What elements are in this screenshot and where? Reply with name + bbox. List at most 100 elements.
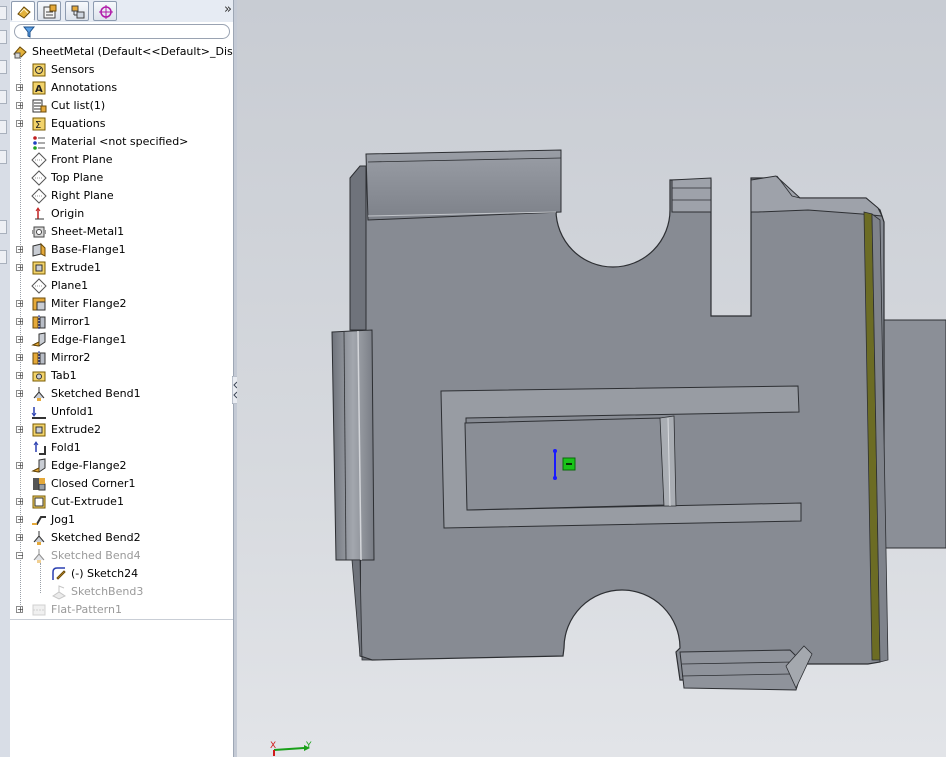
sketched-bend-icon [33, 531, 45, 545]
tree-item[interactable]: + Sketched Bend2 [10, 529, 234, 547]
top-flange [365, 149, 562, 221]
expand-toggle[interactable]: + [16, 606, 24, 614]
tree-item[interactable]: + Σ Equations [10, 115, 234, 133]
svg-text:Σ: Σ [35, 120, 41, 131]
tree-item[interactable]: + Miter Flange2 [10, 295, 234, 313]
miter-flange-icon [32, 297, 46, 311]
tree-item[interactable]: + Tab1 [10, 367, 234, 385]
tree-item-label: (-) Sketch24 [71, 567, 139, 580]
right-flange [877, 319, 946, 549]
collapse-toggle[interactable]: − [16, 552, 24, 560]
dimxpert-manager-tab[interactable] [93, 1, 117, 21]
tree-item[interactable]: + Mirror1 [10, 313, 234, 331]
strip-tab[interactable] [0, 220, 7, 234]
tree-item[interactable]: + Cut list(1) [10, 97, 234, 115]
plane-icon [31, 152, 47, 168]
sketch-icon [52, 567, 66, 580]
strip-tab[interactable] [0, 120, 7, 134]
left-top-wall [349, 165, 367, 331]
expand-toggle[interactable]: + [16, 426, 24, 434]
strip-tab[interactable] [0, 250, 7, 264]
tree-item-label: Cut list(1) [51, 99, 106, 112]
expand-toggle[interactable]: + [16, 102, 24, 110]
tree-item[interactable]: SketchBend3 [10, 583, 234, 601]
expand-toggle[interactable]: + [16, 516, 24, 524]
configuration-manager-tab[interactable] [65, 1, 89, 21]
plane-icon [31, 188, 47, 204]
material-icon [33, 136, 45, 150]
sheet-metal-model[interactable] [237, 0, 946, 757]
strip-tab[interactable] [0, 60, 7, 74]
property-manager-tab[interactable] [37, 1, 61, 21]
tree-item[interactable]: + A Annotations [10, 79, 234, 97]
tree-item[interactable]: Sensors [10, 61, 234, 79]
tree-item[interactable]: + Base-Flange1 [10, 241, 234, 259]
strip-tab[interactable] [0, 90, 7, 104]
tree-item[interactable]: Material <not specified> [10, 133, 234, 151]
feature-manager-tab[interactable] [11, 1, 35, 21]
tree-item[interactable]: Right Plane [10, 187, 234, 205]
tree-item-label: SketchBend3 [71, 585, 144, 598]
tree-item[interactable]: Unfold1 [10, 403, 234, 421]
tree-filter-input[interactable] [14, 24, 230, 39]
expand-toggle[interactable]: + [16, 354, 24, 362]
tree-item[interactable]: Plane1 [10, 277, 234, 295]
expand-toggle[interactable]: + [16, 372, 24, 380]
tree-item[interactable]: Closed Corner1 [10, 475, 234, 493]
expand-tabs-chevron-icon[interactable]: » [224, 2, 232, 17]
tree-item-label: Sketched Bend4 [51, 549, 141, 562]
expand-toggle[interactable]: + [16, 498, 24, 506]
expand-toggle[interactable]: + [16, 318, 24, 326]
mirror-icon [32, 351, 46, 365]
cut-list-icon [32, 99, 47, 113]
expand-toggle[interactable]: + [16, 390, 24, 398]
tree-item[interactable]: + Flat-Pattern1 [10, 601, 234, 619]
tree-item[interactable]: + Extrude1 [10, 259, 234, 277]
tree-item-label: Top Plane [51, 171, 104, 184]
filter-row [10, 22, 234, 42]
strip-tab[interactable] [0, 150, 7, 164]
expand-toggle[interactable]: + [16, 120, 24, 128]
tree-item[interactable]: + Edge-Flange1 [10, 331, 234, 349]
tree-item[interactable]: Sheet-Metal1 [10, 223, 234, 241]
strip-tab[interactable] [0, 30, 7, 44]
expand-toggle[interactable]: + [16, 462, 24, 470]
tree-item[interactable]: + Extrude2 [10, 421, 234, 439]
tree-item[interactable]: Origin [10, 205, 234, 223]
tree-item-label: Cut-Extrude1 [51, 495, 124, 508]
tree-item-label: Fold1 [51, 441, 81, 454]
expand-toggle[interactable]: + [16, 84, 24, 92]
strip-tab[interactable] [0, 6, 7, 20]
expand-toggle[interactable]: + [16, 336, 24, 344]
tree-item[interactable]: + Sketched Bend1 [10, 385, 234, 403]
top-tab-left [671, 177, 712, 213]
equations-icon: Σ [32, 117, 46, 131]
expand-toggle[interactable]: + [16, 300, 24, 308]
tree-item[interactable]: (-) Sketch24 [10, 565, 234, 583]
jog-icon [32, 516, 46, 525]
extrude-icon [32, 261, 46, 275]
dimxpert-icon [99, 5, 113, 19]
expand-toggle[interactable]: + [16, 246, 24, 254]
expand-toggle[interactable]: + [16, 264, 24, 272]
graphics-viewport[interactable]: X Y [237, 0, 946, 757]
tree-item-label: Miter Flange2 [51, 297, 127, 310]
tree-item[interactable]: + Cut-Extrude1 [10, 493, 234, 511]
tree-root[interactable]: SheetMetal (Default<<Default>_Display [10, 43, 256, 61]
edge-flange-icon [31, 332, 46, 347]
tree-item[interactable]: + Jog1 [10, 511, 234, 529]
tree-item[interactable]: − Sketched Bend4 [10, 547, 234, 565]
tree-item-label: Sketched Bend1 [51, 387, 141, 400]
tree-item-label: Tab1 [51, 369, 77, 382]
triad-y-label: Y [305, 741, 312, 751]
tree-item-label: Edge-Flange2 [51, 459, 127, 472]
tree-item[interactable]: + Mirror2 [10, 349, 234, 367]
tree-item[interactable]: Top Plane [10, 169, 234, 187]
sheet-metal-icon [32, 226, 46, 238]
tree-item[interactable]: + Edge-Flange2 [10, 457, 234, 475]
tree-item[interactable]: Fold1 [10, 439, 234, 457]
tree-item-label: Material <not specified> [51, 135, 189, 148]
triad-x-label: X [270, 741, 276, 751]
tree-item[interactable]: Front Plane [10, 151, 234, 169]
expand-toggle[interactable]: + [16, 534, 24, 542]
